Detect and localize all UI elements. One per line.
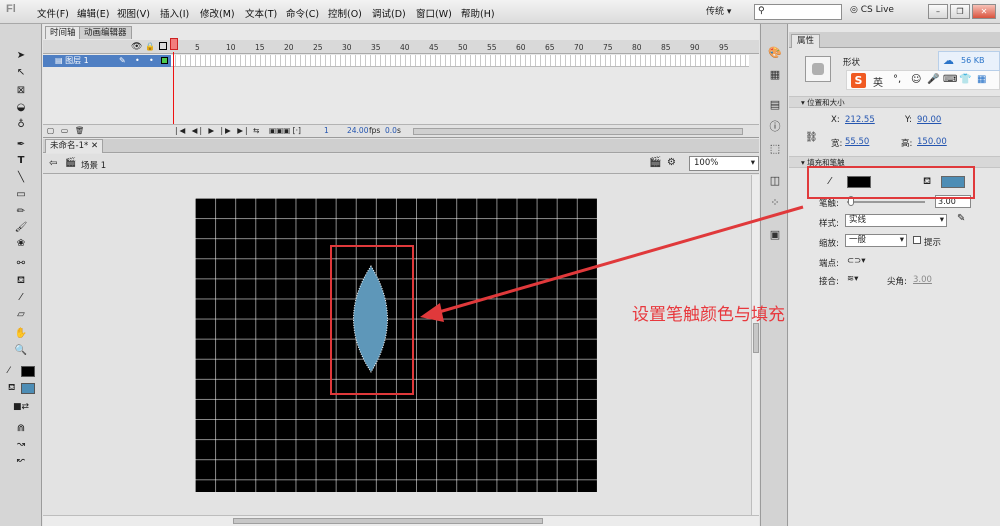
annotation-text: 设置笔触颜色与填充 [632,305,785,325]
fill-stroke-highlight-box [807,166,975,199]
annotation-arrow [431,205,804,316]
annotation-layer [330,166,975,395]
lens-shape[interactable] [353,265,388,373]
annotation-arrow-head [420,303,444,322]
